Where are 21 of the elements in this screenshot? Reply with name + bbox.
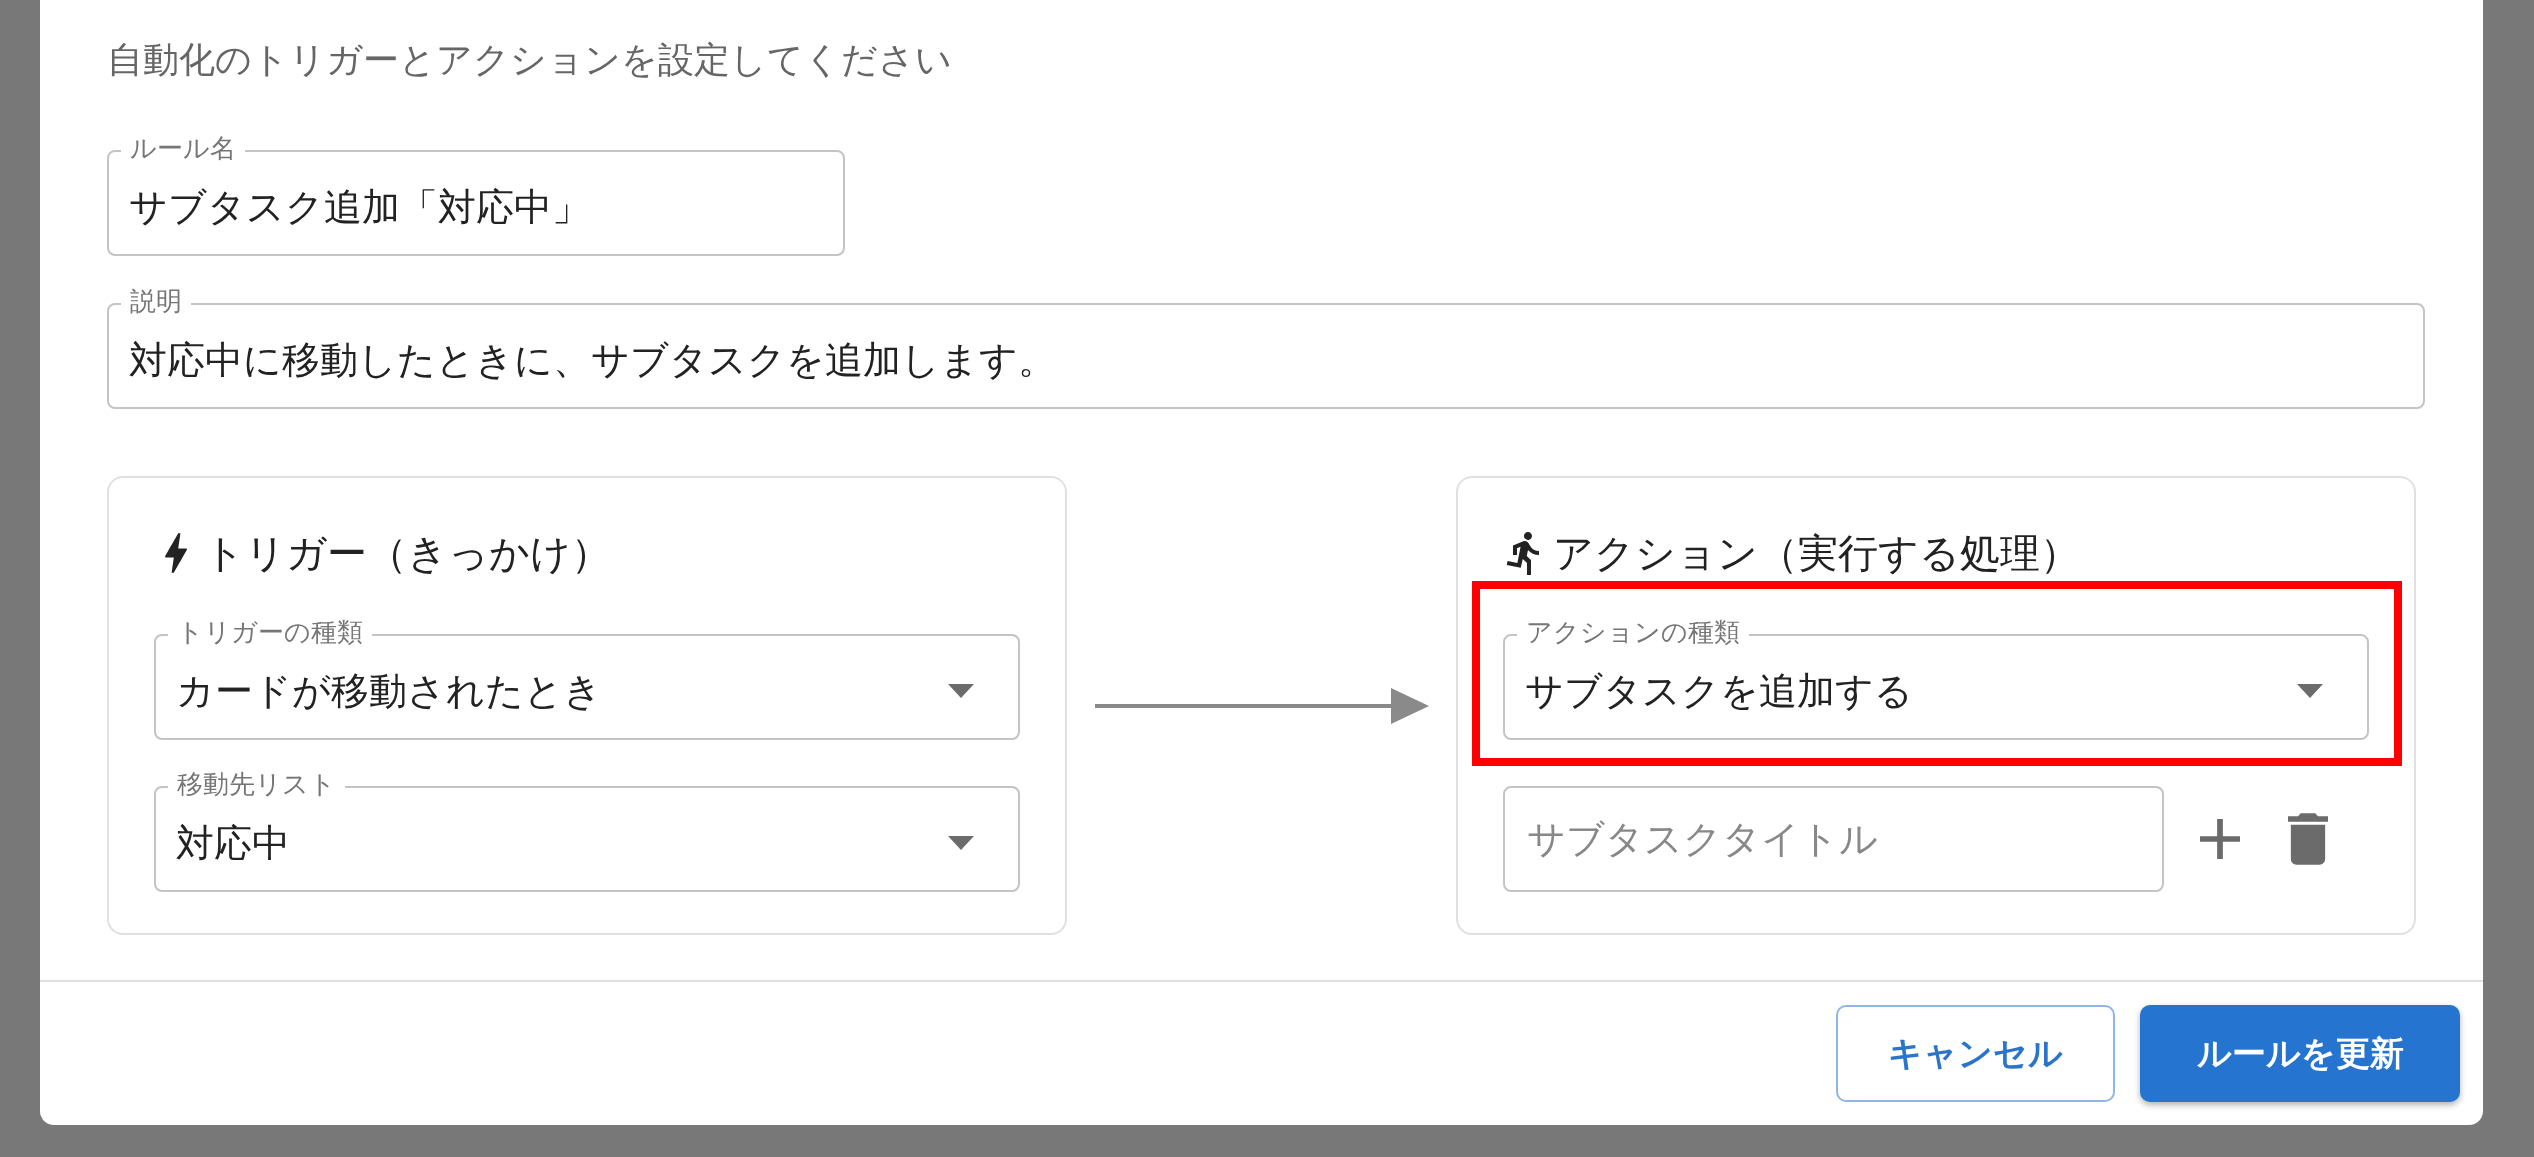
delete-button[interactable] [2288, 813, 2328, 865]
text-field[interactable]: ルール名 サブタスク追加「対応中」 [107, 131, 845, 256]
select-field[interactable]: 移動先リスト 対応中 [154, 767, 1020, 892]
cancel-button[interactable]: キャンセル [1836, 1005, 2115, 1102]
field-value: 対応中 [176, 820, 291, 866]
card-title: アクション（実行する処理） [1553, 529, 2080, 577]
dropdown-caret-icon [948, 684, 974, 698]
field-value: サブタスクを追加する [1525, 668, 1914, 714]
subtask-title-field[interactable]: サブタスクタイトル [1503, 786, 2164, 892]
dropdown-caret-icon [948, 836, 974, 850]
update-button[interactable]: ルールを更新 [2140, 1005, 2460, 1102]
dialog-subtitle: 自動化のトリガーとアクションを設定してください [107, 38, 952, 82]
add-button[interactable] [2200, 819, 2240, 859]
field-value: 対応中に移動したときに、サブタスクを追加します。 [129, 337, 1057, 383]
card-title: トリガー（きっかけ） [204, 529, 611, 577]
field-value: カードが移動されたとき [176, 668, 603, 714]
text-field[interactable]: 説明 対応中に移動したときに、サブタスクを追加します。 [107, 284, 2425, 409]
select-field[interactable]: トリガーの種類 カードが移動されたとき [154, 615, 1020, 740]
select-field[interactable]: アクションの種類 サブタスクを追加する [1503, 615, 2369, 740]
field-value: サブタスク追加「対応中」 [129, 184, 591, 230]
dropdown-caret-icon [2297, 684, 2323, 698]
